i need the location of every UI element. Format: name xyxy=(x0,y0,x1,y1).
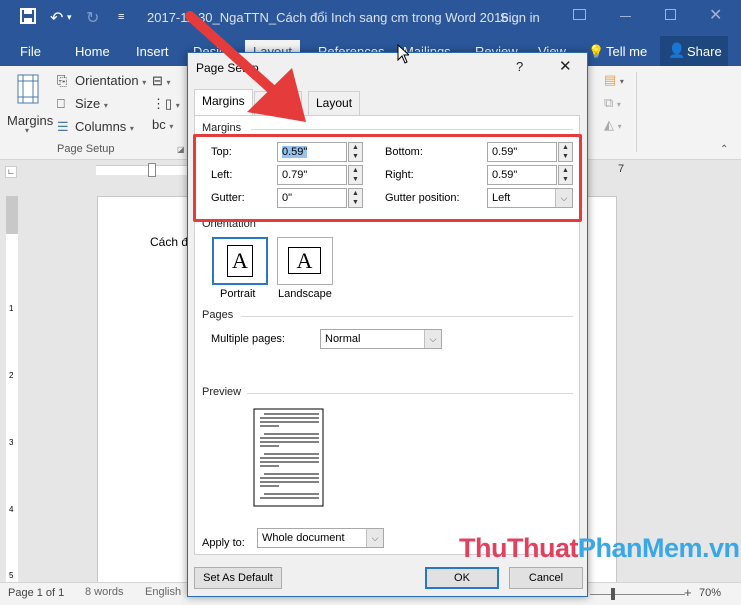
tab-home[interactable]: Home xyxy=(75,44,110,59)
cancel-button[interactable]: Cancel xyxy=(509,567,583,589)
close-icon[interactable]: ✕ xyxy=(559,57,572,75)
ruler-number: 7 xyxy=(618,163,625,175)
highlight-box xyxy=(193,134,582,222)
tab-margins[interactable]: Margins xyxy=(194,89,253,116)
orientation-button[interactable]: Orientation ▾ xyxy=(75,73,146,88)
tab-selector[interactable]: ∟ xyxy=(5,166,17,178)
close-icon[interactable]: ✕ xyxy=(709,5,722,25)
zoom-level[interactable]: 70% xyxy=(699,587,721,599)
apply-to-label: Apply to: xyxy=(202,537,245,549)
multiple-pages-label: Multiple pages: xyxy=(211,333,285,345)
portrait-page-icon: A xyxy=(227,245,253,277)
rotate-button[interactable]: ◭ ▾ xyxy=(604,117,622,133)
orientation-icon: ⎘ xyxy=(57,73,68,88)
chevron-down-icon: ⌵ xyxy=(424,330,441,348)
share-button[interactable]: 👤 Share xyxy=(660,36,728,66)
ruler-margin-shade xyxy=(6,196,18,234)
word-count[interactable]: 8 words xyxy=(85,586,124,598)
tab-file[interactable]: File xyxy=(20,44,41,59)
preview-section-label: Preview xyxy=(202,386,242,398)
landscape-button[interactable]: A xyxy=(277,237,333,285)
breaks-button[interactable]: ⊟ ▾ xyxy=(152,73,171,89)
dropdown-arrow-icon: ▾ xyxy=(25,126,30,135)
document-title: 2017-11-30_NgaTTN_Cách đổi Inch sang cm … xyxy=(147,10,520,25)
columns-button[interactable]: Columns ▾ xyxy=(75,119,134,134)
dialog-title: Page Setup xyxy=(196,61,259,75)
language-indicator[interactable]: English xyxy=(145,586,181,598)
separator xyxy=(251,129,573,130)
columns-icon: ☰ xyxy=(57,119,69,134)
sign-in-link[interactable]: Sign in xyxy=(500,10,540,25)
redo-icon[interactable]: ↻ xyxy=(86,8,99,28)
size-button[interactable]: Size ▾ xyxy=(75,96,108,111)
set-as-default-button[interactable]: Set As Default xyxy=(194,567,282,589)
document-text: Cách đ xyxy=(150,235,189,249)
undo-icon[interactable]: ↶ xyxy=(50,8,63,28)
chevron-down-icon: ⌵ xyxy=(366,529,383,547)
separator xyxy=(247,393,573,394)
person-add-icon: 👤 xyxy=(668,42,686,58)
pages-section-label: Pages xyxy=(202,309,234,321)
ribbon-display-options-icon[interactable] xyxy=(573,9,586,20)
zoom-in-icon[interactable]: + xyxy=(684,585,692,600)
portrait-button[interactable]: A xyxy=(212,237,268,285)
tab-paper[interactable]: Paper xyxy=(254,91,303,115)
hyphenation-button[interactable]: bc ▾ xyxy=(152,117,173,132)
customize-qat-icon[interactable]: ≡ xyxy=(118,11,124,23)
margins-section-label: Margins xyxy=(202,122,242,134)
line-numbers-button[interactable]: ⋮▯ ▾ xyxy=(152,96,180,112)
size-icon: ⎕ xyxy=(57,96,65,111)
lightbulb-icon: 💡 xyxy=(588,44,605,59)
mouse-cursor-icon xyxy=(397,44,409,64)
group-divider xyxy=(636,72,637,152)
undo-dropdown-icon[interactable]: ▾ xyxy=(67,12,72,23)
separator xyxy=(241,316,573,317)
zoom-slider-thumb[interactable] xyxy=(611,588,615,600)
maximize-icon[interactable] xyxy=(665,9,676,20)
bring-forward-button[interactable]: ▤ ▾ xyxy=(604,72,624,88)
tab-insert[interactable]: Insert xyxy=(136,44,169,59)
landscape-page-icon: A xyxy=(288,247,321,274)
left-indent-marker[interactable] xyxy=(148,163,156,177)
multiple-pages-select[interactable]: Normal ⌵ xyxy=(320,329,442,349)
help-icon[interactable]: ? xyxy=(516,59,523,74)
group-button[interactable]: ⧉ ▾ xyxy=(604,95,621,111)
dialog-launcher-icon[interactable]: ◪ xyxy=(177,145,185,154)
watermark: ThuThuatPhanMem.vn xyxy=(459,533,740,563)
vertical-ruler[interactable]: 1 2 3 4 5 xyxy=(6,196,18,586)
apply-to-select[interactable]: Whole document ⌵ xyxy=(257,528,384,548)
collapse-ribbon-icon[interactable]: ⌃ xyxy=(720,144,728,155)
portrait-label: Portrait xyxy=(220,288,256,300)
tell-me-box[interactable]: Tell me xyxy=(606,44,647,59)
ok-button[interactable]: OK xyxy=(425,567,499,589)
landscape-label: Landscape xyxy=(278,288,332,300)
zoom-slider-track[interactable] xyxy=(590,594,685,595)
title-bar: ↶ ▾ ↻ ≡ 2017-11-30_NgaTTN_Cách đổi Inch … xyxy=(0,0,741,36)
page-count[interactable]: Page 1 of 1 xyxy=(8,587,64,599)
minimize-icon[interactable] xyxy=(620,16,631,17)
save-icon[interactable] xyxy=(20,8,36,29)
page-setup-group-label: Page Setup xyxy=(57,143,115,155)
page-preview xyxy=(253,408,324,507)
margins-button[interactable]: Margins ▾ xyxy=(7,72,53,142)
tab-layout[interactable]: Layout xyxy=(308,91,361,115)
margins-icon xyxy=(17,74,39,104)
